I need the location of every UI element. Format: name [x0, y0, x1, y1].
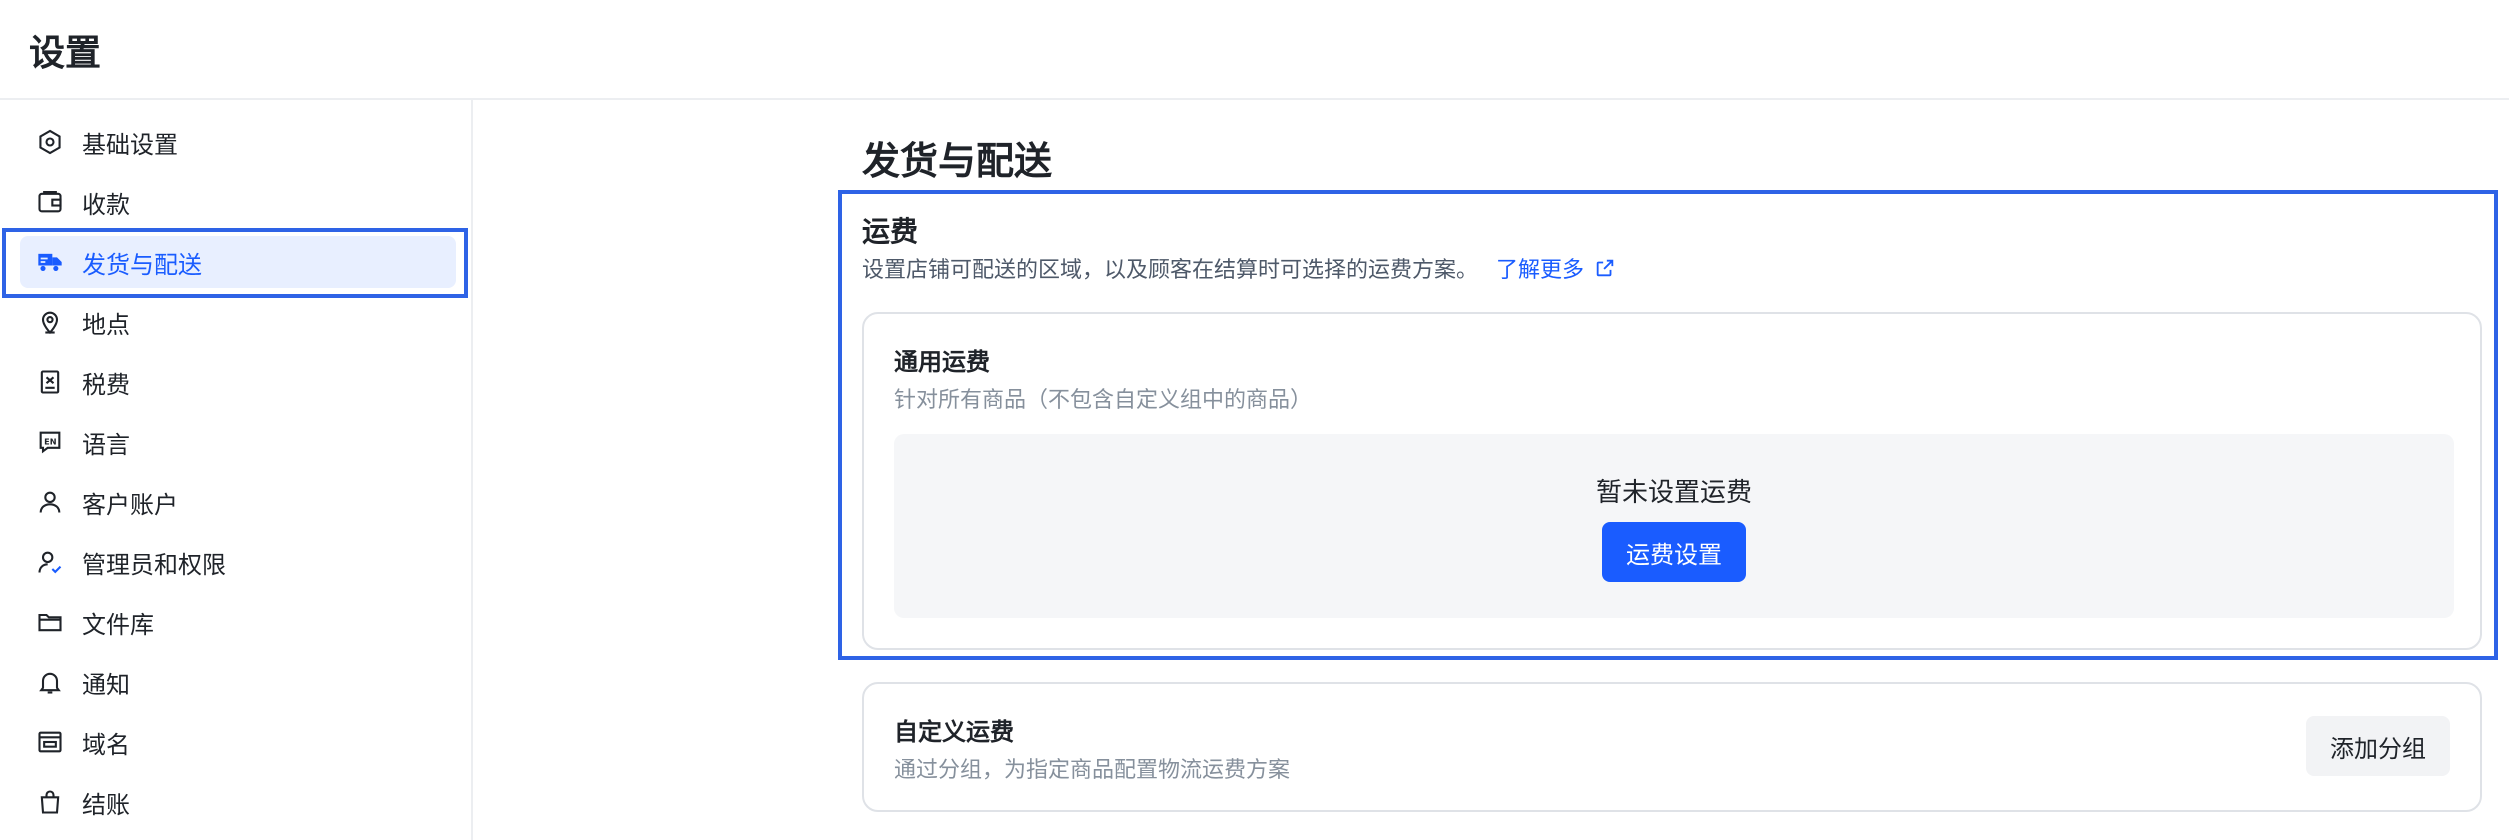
user-check-icon	[36, 548, 64, 576]
shipping-section-description: 设置店铺可配送的区域，以及顾客在结算时可选择的运费方案。 了解更多	[862, 252, 1616, 284]
sidebar-item-label: 发货与配送	[82, 250, 202, 279]
general-shipping-subtitle: 针对所有商品（不包含自定义组中的商品）	[894, 388, 1313, 413]
general-shipping-card: 通用运费 针对所有商品（不包含自定义组中的商品） 暂未设置运费 运费设置	[862, 312, 2482, 650]
sidebar-item-shipping[interactable]: 发货与配送	[20, 236, 456, 288]
add-group-button[interactable]: 添加分组	[2306, 716, 2450, 776]
sidebar-item-taxes[interactable]: 税费	[20, 356, 456, 408]
sidebar-item-basic-settings[interactable]: 基础设置	[20, 116, 456, 168]
sidebar-item-label: 结账	[82, 790, 130, 819]
folder-icon	[36, 608, 64, 636]
sidebar-item-languages[interactable]: EN 语言	[20, 416, 456, 468]
wallet-icon	[36, 188, 64, 216]
custom-shipping-subtitle: 通过分组，为指定商品配置物流运费方案	[894, 758, 1291, 783]
language-en-icon: EN	[36, 428, 64, 456]
custom-shipping-card: 自定义运费 通过分组，为指定商品配置物流运费方案 添加分组	[862, 682, 2482, 812]
sidebar-item-label: 语言	[82, 430, 130, 459]
shipping-section-title: 运费	[862, 215, 919, 248]
sidebar-item-label: 文件库	[82, 610, 154, 639]
truck-icon	[36, 248, 64, 276]
learn-more-label: 了解更多	[1496, 258, 1585, 283]
sidebar-item-checkout[interactable]: 结账	[20, 776, 456, 828]
receipt-icon	[36, 368, 64, 396]
domain-icon	[36, 728, 64, 756]
external-link-icon	[1596, 259, 1614, 277]
general-shipping-title: 通用运费	[894, 348, 990, 376]
bag-icon	[36, 788, 64, 816]
sidebar-item-label: 收款	[82, 190, 130, 219]
settings-hex-icon	[36, 128, 64, 156]
user-icon	[36, 488, 64, 516]
sidebar-item-admins-permissions[interactable]: 管理员和权限	[20, 536, 456, 588]
custom-shipping-title: 自定义运费	[894, 718, 1014, 746]
top-bar: 设置	[0, 0, 2509, 100]
empty-state-text: 暂未设置运费	[1595, 478, 1752, 508]
learn-more-link[interactable]: 了解更多	[1496, 252, 1616, 284]
sidebar-item-payments[interactable]: 收款	[20, 176, 456, 228]
sidebar-item-label: 管理员和权限	[82, 550, 226, 579]
empty-state: 暂未设置运费 运费设置	[894, 434, 2454, 618]
location-pin-icon	[36, 308, 64, 336]
sidebar-item-label: 地点	[82, 310, 130, 339]
svg-text:EN: EN	[44, 436, 57, 446]
page-header-title: 设置	[29, 33, 102, 74]
main-title: 发货与配送	[862, 139, 1053, 183]
sidebar-item-label: 基础设置	[82, 130, 178, 159]
bell-icon	[36, 668, 64, 696]
sidebar-item-label: 域名	[82, 730, 130, 759]
sidebar-item-locations[interactable]: 地点	[20, 296, 456, 348]
sidebar-item-notifications[interactable]: 通知	[20, 656, 456, 708]
sidebar-item-domains[interactable]: 域名	[20, 716, 456, 768]
sidebar-item-label: 通知	[82, 670, 130, 699]
sidebar-item-label: 客户账户	[82, 490, 178, 519]
settings-sidebar: 基础设置 收款 发货与配送 地点 税费 EN 语言 客户账户 管理员和权限 文件…	[0, 100, 473, 840]
shipping-settings-button[interactable]: 运费设置	[1602, 522, 1746, 582]
shipping-description-text: 设置店铺可配送的区域，以及顾客在结算时可选择的运费方案。	[862, 258, 1479, 283]
sidebar-item-label: 税费	[82, 370, 130, 399]
sidebar-item-customer-accounts[interactable]: 客户账户	[20, 476, 456, 528]
sidebar-item-files[interactable]: 文件库	[20, 596, 456, 648]
